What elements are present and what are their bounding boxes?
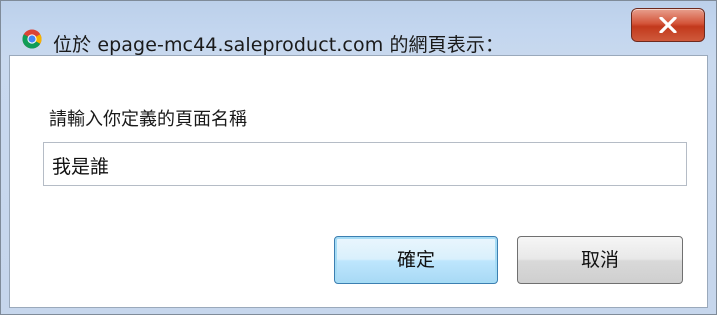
- window-title: 位於 epage-mc44.saleproduct.com 的網頁表示：: [53, 34, 505, 56]
- title-bar[interactable]: 位於 epage-mc44.saleproduct.com 的網頁表示：: [1, 1, 716, 56]
- cancel-button[interactable]: 取消: [517, 236, 683, 284]
- dialog-window: 位於 epage-mc44.saleproduct.com 的網頁表示： 請輸入…: [0, 0, 717, 315]
- chrome-icon: [22, 29, 42, 49]
- page-name-input[interactable]: 我是誰: [43, 142, 687, 186]
- close-button[interactable]: [631, 8, 705, 42]
- close-x-icon: [659, 17, 677, 33]
- ok-button[interactable]: 確定: [334, 236, 498, 284]
- dialog-content: 請輸入你定義的頁面名稱 我是誰 確定 取消: [9, 55, 708, 308]
- prompt-label: 請輸入你定義的頁面名稱: [49, 109, 247, 130]
